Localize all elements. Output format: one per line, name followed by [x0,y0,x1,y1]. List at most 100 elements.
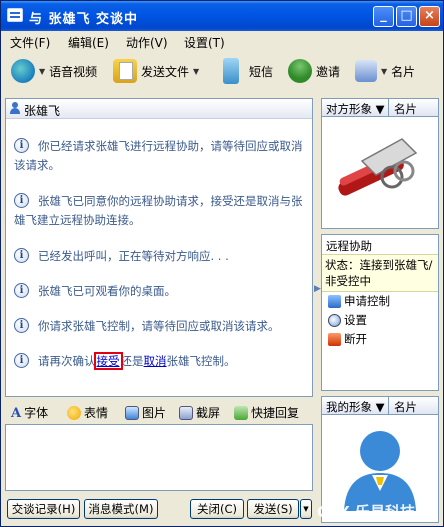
screenshot-label: 截屏 [196,406,221,420]
chat-app-icon [7,8,23,22]
tab-my-avatar-label: 我的形象 [326,400,372,414]
system-message: i 你请求张雄飞控制，请等待回应或取消该请求。 [14,317,308,336]
system-message: i 你已经请求张雄飞进行远程协助，请等待回应或取消该请求。 [14,138,303,172]
accept-link[interactable]: 接受 [93,352,123,370]
phone-icon [223,58,239,84]
connection-status: 状态：连接到张雄飞/非受控中 [322,254,438,292]
contact-icon [9,102,21,115]
info-icon: i [14,193,29,208]
sms-label: 短信 [249,64,274,79]
quick-reply-label: 快捷回复 [251,406,300,420]
window-title: 与 张雄飞 交谈中 [29,12,139,27]
menu-file[interactable]: 文件(F) [10,34,50,51]
send-button[interactable]: 发送(S) [247,499,299,519]
remote-assistance-panel: 远程协助 状态：连接到张雄飞/非受控中 申请控制 设置 断开 [321,234,439,391]
chat-window: 与 张雄飞 交谈中 _ □ × 文件(F) 编辑(E) 动作(V) 设置(T) … [0,0,444,527]
message-input[interactable] [6,425,312,490]
disconnect-button[interactable]: 断开 [328,331,367,347]
picture-icon [125,405,139,420]
chat-history[interactable]: 张雄飞 i 你已经请求张雄飞进行远程协助，请等待回应或取消该请求。 i 张雄飞已… [5,98,313,397]
disconnect-label: 断开 [344,332,367,346]
send-options-arrow[interactable]: ▼ [300,499,312,519]
info-icon: i [14,248,29,263]
chat-header: 张雄飞 [6,99,312,119]
request-control-label: 申请控制 [344,294,390,308]
tab-their-card[interactable]: 名片 [394,101,417,117]
info-icon: i [14,138,29,153]
close-window-button[interactable]: × [419,6,440,27]
confirm-prefix: 请再次确认 [38,354,96,368]
menu-settings[interactable]: 设置(T) [184,34,225,51]
quick-reply-button[interactable]: 快捷回复 [234,404,299,421]
menu-edit[interactable]: 编辑(E) [68,34,109,51]
remote-settings-label: 设置 [344,313,367,327]
toolbar: ▼ 语音视频 发送文件 ▼ 短信 邀请 ▼ 名片 [1,53,443,89]
disconnect-icon [328,332,341,346]
info-icon: i [14,283,29,298]
voice-video-button[interactable]: ▼ 语音视频 [11,57,97,85]
maximize-button[interactable]: □ [396,6,417,27]
font-label: 字体 [24,406,49,420]
user-avatar-image [344,431,416,511]
info-icon: i [14,318,29,333]
invite-label: 邀请 [316,64,341,79]
cancel-link[interactable]: 取消 [144,354,167,368]
emotion-button[interactable]: 表情 [67,404,108,421]
system-message: i 张雄飞已同意你的远程协助请求，接受还是取消与张雄飞建立远程协助连接。 [14,193,303,227]
message-input-box[interactable] [5,424,313,491]
screenshot-button[interactable]: 截屏 [179,404,220,421]
system-message: i 张雄飞已可观看你的桌面。 [14,282,308,301]
remote-settings-button[interactable]: 设置 [328,312,367,328]
font-icon: A [11,405,22,421]
tab-separator [388,99,389,116]
title-bar[interactable]: 与 张雄飞 交谈中 _ □ × [1,1,443,31]
tab-my-avatar[interactable]: 我的形象 ▼ [326,399,385,415]
picture-button[interactable]: 图片 [125,404,166,421]
dropdown-arrow-icon[interactable]: ▼ [381,67,387,76]
tab-their-avatar[interactable]: 对方形象 ▼ [326,101,385,117]
collapse-panel-handle[interactable]: ▶ [314,284,321,314]
their-avatar-tabs: 对方形象 ▼ 名片 [321,98,439,117]
sms-button[interactable]: 短信 [223,57,273,85]
contact-name: 张雄飞 [24,104,61,118]
card-label: 名片 [391,64,416,79]
folder-icon [113,59,137,83]
magnifier-icon [328,313,341,327]
tab-separator [388,397,389,414]
dropdown-arrow-icon[interactable]: ▼ [39,67,45,76]
invite-button[interactable]: 邀请 [288,57,340,85]
send-file-button[interactable]: 发送文件 ▼ [113,57,199,85]
watermark-logo: CEX 乐易科技 [317,503,416,521]
system-message: i 已经发出呼叫，正在等待对方响应. . . [14,247,308,266]
clip-image [338,138,418,196]
request-control-icon [328,294,341,308]
video-icon [11,59,35,83]
remote-assistance-title: 远程协助 [326,239,372,253]
history-button[interactable]: 交谈记录(H) [7,499,80,519]
confirm-suffix: 张雄飞控制。 [166,354,236,368]
my-avatar-tabs: 我的形象 ▼ 名片 [321,396,439,415]
card-button[interactable]: ▼ 名片 [355,57,415,85]
font-button[interactable]: A 字体 [11,404,48,421]
card-icon [355,60,377,82]
request-control-button[interactable]: 申请控制 [328,293,390,309]
menu-bar: 文件(F) 编辑(E) 动作(V) 设置(T) [1,31,443,53]
tab-my-card[interactable]: 名片 [394,399,417,415]
info-icon: i [14,353,29,368]
confirm-message: i 请再次确认接受还是取消张雄飞控制。 [14,352,308,371]
smiley-icon [67,405,81,420]
add-person-icon [288,59,312,83]
their-avatar [321,117,439,229]
confirm-middle: 还是 [120,354,144,368]
format-toolbar: A 字体 表情 图片 截屏 快捷回复 [5,402,313,424]
menu-action[interactable]: 动作(V) [126,34,168,51]
tab-their-avatar-label: 对方形象 [326,102,372,116]
minimize-button[interactable]: _ [373,6,394,27]
voice-video-label: 语音视频 [49,64,98,79]
quick-reply-icon [234,405,248,420]
emotion-label: 表情 [84,406,109,420]
close-button[interactable]: 关闭(C) [190,499,244,519]
picture-label: 图片 [142,406,167,420]
dropdown-arrow-icon[interactable]: ▼ [193,67,199,76]
message-mode-button[interactable]: 消息模式(M) [84,499,158,519]
